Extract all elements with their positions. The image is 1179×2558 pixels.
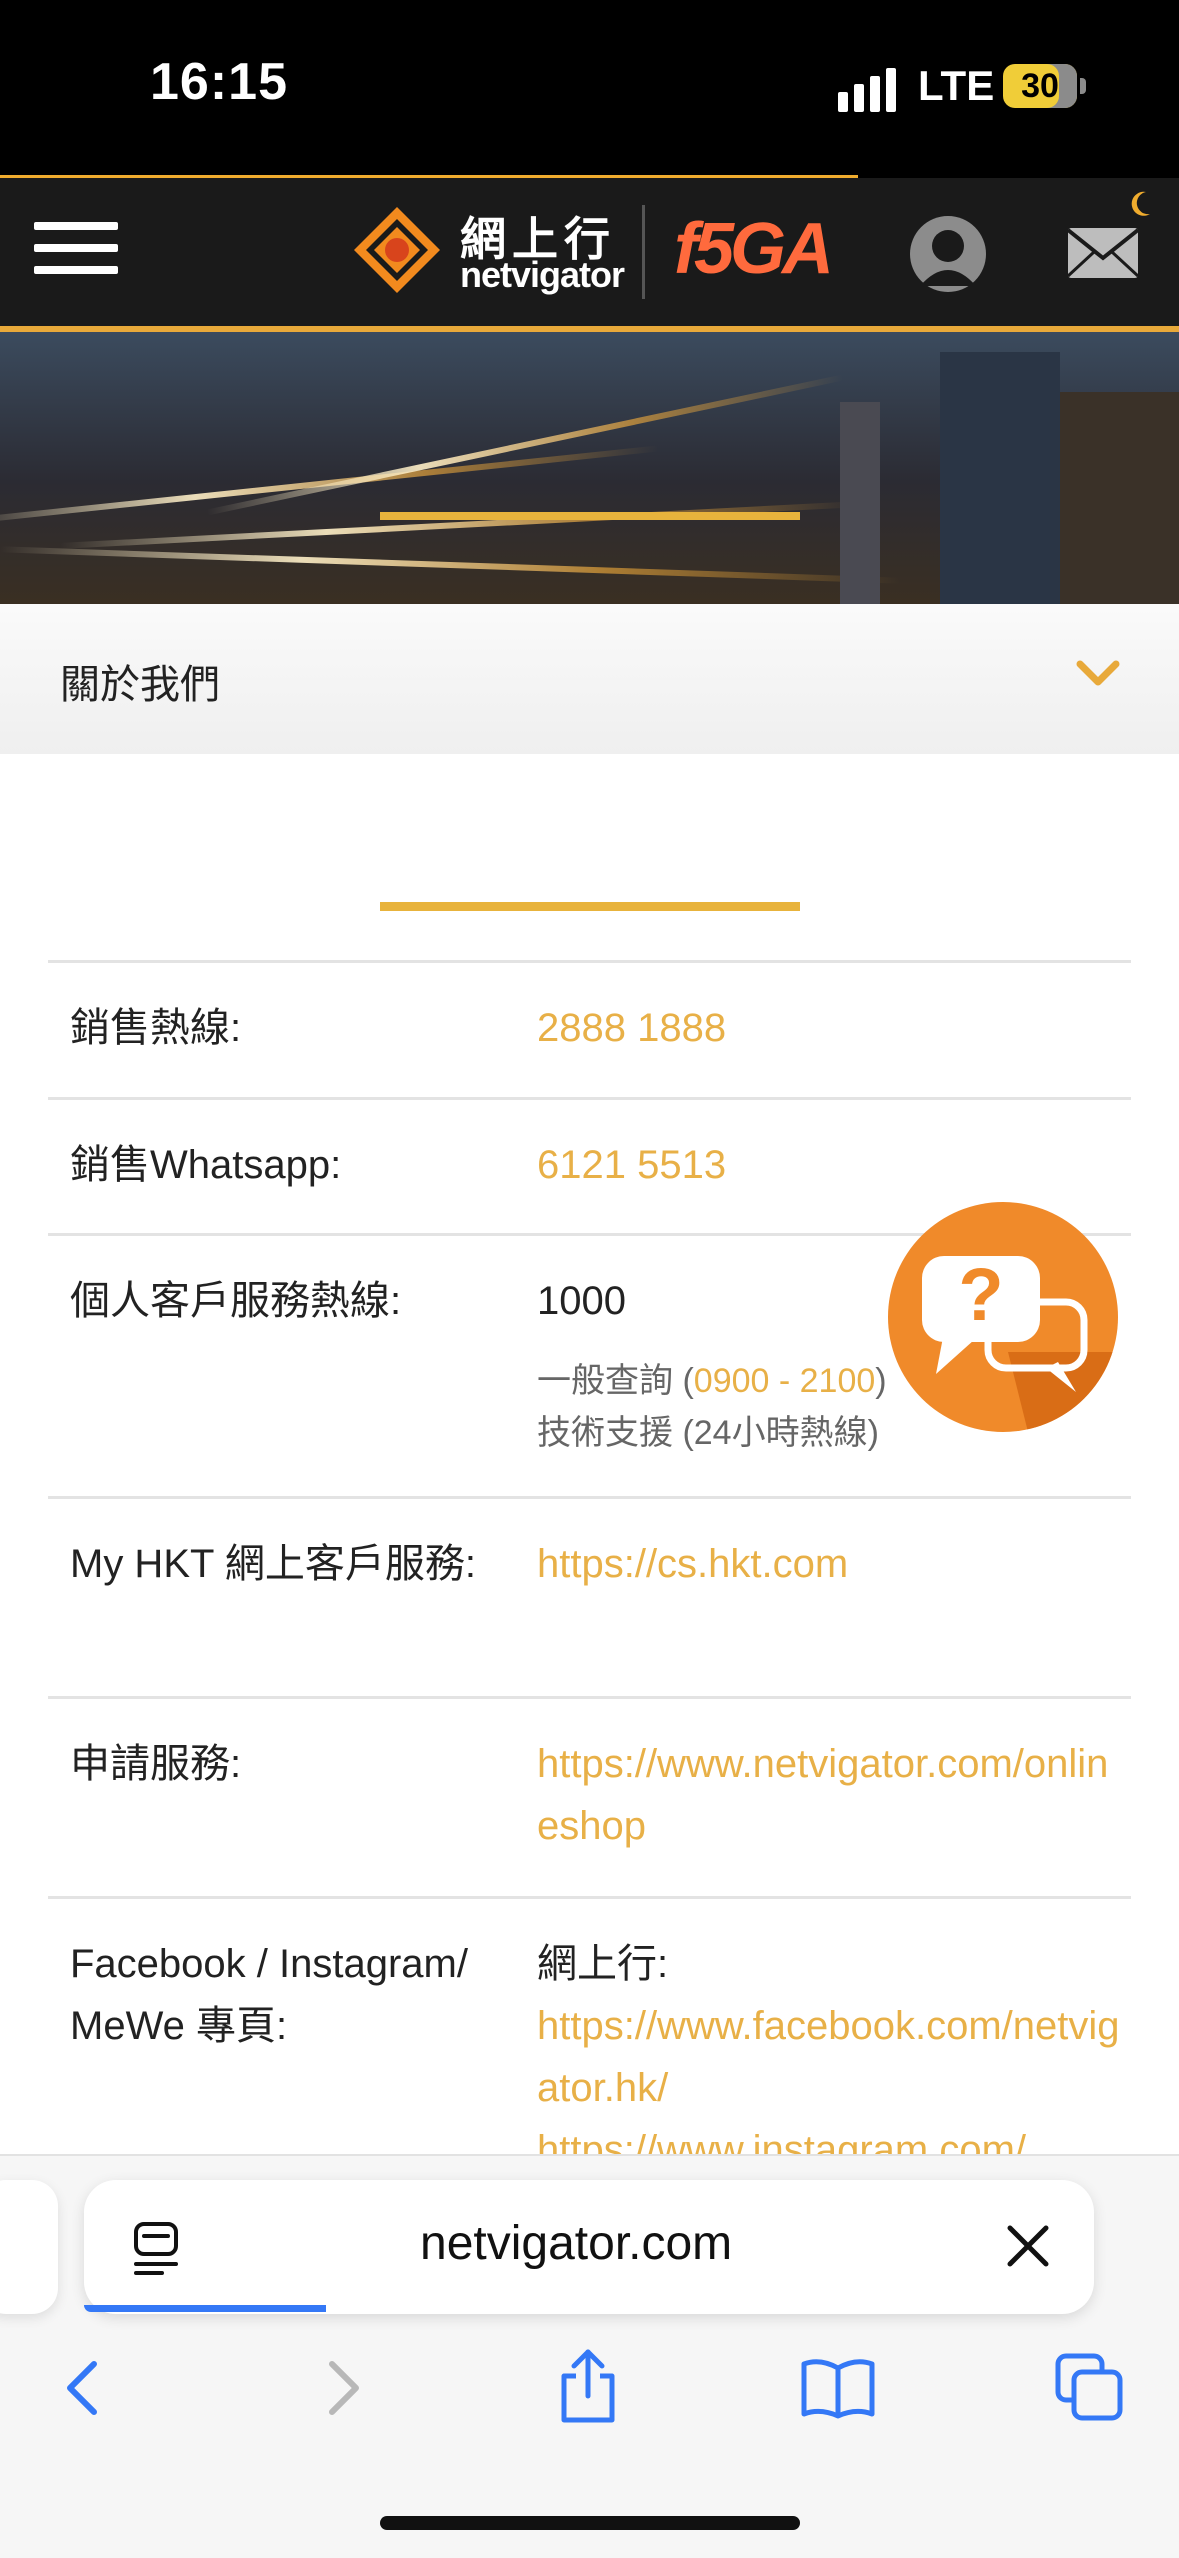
my-hkt-link[interactable]: https://cs.hkt.com <box>537 1533 1127 1595</box>
f5ga-logo[interactable]: f5GA <box>674 208 834 290</box>
sales-hotline-link[interactable]: 2888 1888 <box>537 997 1127 1059</box>
section-accent-bar <box>380 902 800 911</box>
building-silhouette <box>940 352 1060 604</box>
building-silhouette <box>1060 392 1179 604</box>
label-social-pages: Facebook / Instagram/ MeWe 專頁: <box>70 1942 468 2048</box>
facebook-link[interactable]: https://www.facebook.com/netvigator.hk/ <box>537 1995 1127 2119</box>
network-type: LTE <box>918 62 995 109</box>
notification-moon-icon <box>1131 191 1150 216</box>
url-load-progress <box>84 2305 326 2312</box>
instagram-link[interactable]: https://www.instagram.com/ <box>537 2119 1127 2155</box>
help-chat-icon[interactable]: ? <box>888 1202 1118 1432</box>
hamburger-line <box>34 266 118 274</box>
svg-text:?: ? <box>958 1253 1003 1336</box>
light-streak <box>206 374 844 516</box>
building-silhouette <box>840 402 880 604</box>
hero-accent-bar <box>380 512 800 520</box>
light-streak <box>0 546 900 584</box>
label-my-hkt: My HKT 網上客戶服務: <box>70 1542 476 1586</box>
url-text[interactable]: netvigator.com <box>420 2216 732 2271</box>
label-sales-whatsapp: 銷售Whatsapp: <box>70 1143 342 1187</box>
netvigator-logo-icon[interactable] <box>352 205 442 295</box>
mail-icon[interactable] <box>1066 226 1140 280</box>
logo-english-text[interactable]: netvigator <box>460 254 625 296</box>
general-enquiry-suffix: ) <box>875 1362 887 1400</box>
user-avatar-icon[interactable] <box>908 214 988 294</box>
general-enquiry-hours-value: 0900 - 2100 <box>693 1362 876 1400</box>
back-icon[interactable] <box>54 2356 118 2420</box>
hero-banner-image <box>0 332 1179 604</box>
social-netvigator-title: 網上行: <box>537 1942 669 1986</box>
forward-icon[interactable] <box>308 2356 372 2420</box>
previous-tab-preview[interactable] <box>0 2180 58 2314</box>
apply-service-link[interactable]: https://www.netvigator.com/onlineshop <box>537 1733 1127 1857</box>
f5ga-text: f5GA <box>674 209 834 289</box>
row-separator <box>48 1896 1131 1899</box>
share-icon[interactable] <box>556 2348 620 2424</box>
tech-support-hours: 技術支援 (24小時熱線) <box>537 1414 879 1452</box>
row-separator <box>48 1097 1131 1100</box>
page-menu-icon[interactable] <box>130 2220 182 2276</box>
sales-whatsapp-link[interactable]: 6121 5513 <box>537 1134 1127 1196</box>
row-separator <box>48 960 1131 963</box>
close-icon[interactable] <box>1006 2224 1050 2268</box>
label-customer-hotline: 個人客戶服務熱線: <box>70 1279 402 1323</box>
hamburger-menu-icon[interactable] <box>30 214 122 284</box>
hamburger-line <box>34 244 118 252</box>
signal-icon <box>838 68 896 112</box>
logo-divider <box>642 205 645 299</box>
chevron-down-icon[interactable] <box>1076 658 1120 688</box>
row-separator <box>48 1496 1131 1499</box>
label-sales-hotline: 銷售熱線: <box>70 1006 242 1050</box>
home-indicator <box>380 2516 800 2530</box>
row-separator <box>48 1696 1131 1699</box>
label-apply-service: 申請服務: <box>70 1742 242 1786</box>
tabs-icon[interactable] <box>1054 2352 1124 2422</box>
hamburger-line <box>34 222 118 230</box>
battery-tip <box>1080 78 1086 94</box>
bookmarks-icon[interactable] <box>800 2356 876 2420</box>
accordion-title: 關於我們 <box>60 663 220 707</box>
battery-icon: 30 <box>1003 64 1077 108</box>
general-enquiry-prefix: 一般查詢 ( <box>537 1362 694 1400</box>
light-streak <box>60 501 860 549</box>
general-enquiry-hours: 一般查詢 (0900 - 2100) <box>537 1355 887 1407</box>
status-time: 16:15 <box>150 53 288 111</box>
